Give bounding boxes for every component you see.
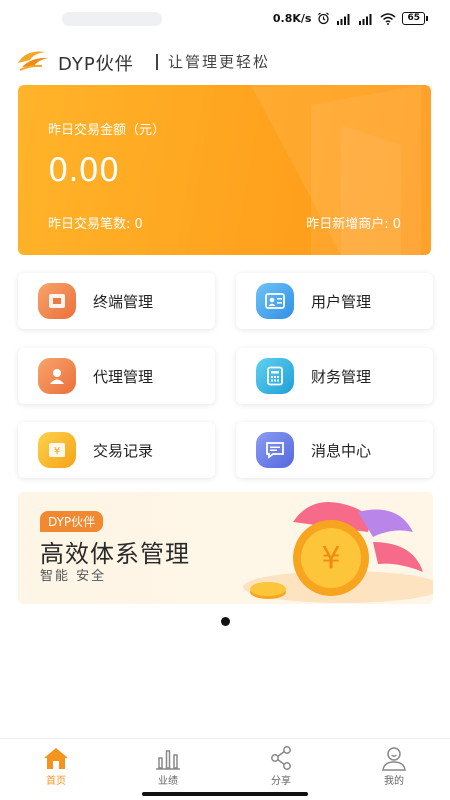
- tab-mine[interactable]: 我的: [354, 743, 434, 787]
- app-header: DYP伙伴 让管理更轻松: [0, 44, 450, 78]
- battery-icon: 65: [402, 12, 428, 25]
- user-management-button[interactable]: 用户管理: [236, 273, 433, 329]
- signal-icon: [337, 13, 350, 25]
- battery-level: 65: [402, 12, 425, 25]
- menu-label: 代理管理: [93, 368, 154, 386]
- message-icon: [256, 432, 294, 468]
- status-bar: 0.8K/s 65: [0, 0, 450, 36]
- new-merchant-count: 昨日新增商户: 0: [306, 217, 401, 232]
- banner-headline: 高效体系管理: [40, 540, 190, 568]
- alarm-icon: [318, 12, 330, 25]
- svg-text:¥: ¥: [54, 446, 60, 457]
- share-icon: [271, 746, 291, 770]
- header-divider: [156, 54, 158, 70]
- agent-management-button[interactable]: 代理管理: [18, 348, 215, 404]
- signal-icon-2: [359, 13, 372, 25]
- terminal-management-button[interactable]: 终端管理: [18, 273, 215, 329]
- tab-label: 分享: [271, 776, 291, 787]
- brand-logo-icon: [18, 51, 48, 71]
- status-bar-right: 0.8K/s 65: [273, 12, 428, 25]
- brand-slogan: 让管理更轻松: [168, 53, 271, 71]
- banner-tag: DYP伙伴: [40, 511, 104, 532]
- finance-management-button[interactable]: 财务管理: [236, 348, 433, 404]
- tab-share[interactable]: 分享: [241, 743, 321, 787]
- menu-label: 交易记录: [93, 442, 154, 460]
- tab-home[interactable]: 首页: [16, 743, 96, 787]
- home-icon: [44, 748, 68, 769]
- amount-label: 昨日交易金额（元）: [48, 123, 166, 138]
- coin-illustration-icon: ¥: [243, 502, 433, 603]
- home-indicator[interactable]: [142, 792, 308, 796]
- wifi-icon: [380, 12, 396, 25]
- promo-banner[interactable]: DYP伙伴 高效体系管理 智能 安全 ¥: [18, 492, 433, 604]
- carousel-indicator[interactable]: [221, 617, 230, 626]
- menu-label: 用户管理: [311, 293, 372, 311]
- menu-label: 终端管理: [93, 293, 154, 311]
- user-card-icon: [256, 283, 294, 319]
- profile-icon: [382, 747, 406, 771]
- transaction-count: 昨日交易笔数: 0: [48, 217, 143, 232]
- menu-label: 财务管理: [311, 368, 372, 386]
- tab-label: 业绩: [158, 776, 178, 787]
- agent-icon: [38, 358, 76, 394]
- transaction-summary-card[interactable]: 昨日交易金额（元） 0.00 昨日交易笔数: 0 昨日新增商户: 0: [18, 85, 431, 255]
- terminal-icon: [38, 283, 76, 319]
- bar-chart-icon: [156, 750, 180, 770]
- message-center-button[interactable]: 消息中心: [236, 422, 433, 478]
- transaction-records-button[interactable]: ¥ 交易记录: [18, 422, 215, 478]
- amount-value: 0.00: [48, 151, 120, 189]
- menu-label: 消息中心: [311, 442, 372, 460]
- tab-performance[interactable]: 业绩: [128, 743, 208, 787]
- finance-icon: [256, 358, 294, 394]
- bottom-tab-bar: 首页 业绩 分享 我的: [0, 738, 450, 787]
- transaction-icon: ¥: [38, 432, 76, 468]
- brand-name: DYP伙伴: [58, 54, 134, 75]
- tab-label: 我的: [384, 776, 404, 787]
- banner-subtitle: 智能 安全: [40, 569, 107, 584]
- status-bar-carrier-blur: [62, 12, 162, 26]
- tab-label: 首页: [46, 776, 66, 787]
- svg-text:¥: ¥: [321, 541, 340, 576]
- network-speed: 0.8K/s: [272, 12, 312, 25]
